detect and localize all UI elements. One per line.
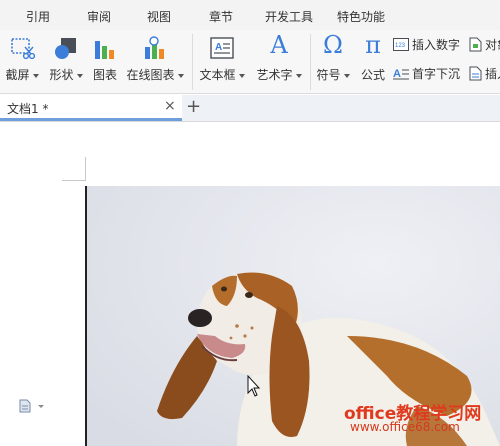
watermark-url: www.office68.com bbox=[350, 420, 460, 434]
menu-bar: 引用 审阅 视图 章节 开发工具 特色功能 bbox=[0, 0, 500, 30]
omega-icon: Ω bbox=[323, 31, 343, 59]
insert-file-icon bbox=[469, 66, 482, 81]
dropcap-button[interactable]: A 首字下沉 bbox=[393, 65, 460, 85]
tab-chapter[interactable]: 章节 bbox=[209, 8, 233, 25]
chart-button[interactable]: 图表 bbox=[89, 30, 121, 94]
close-icon[interactable]: × bbox=[164, 98, 176, 114]
document-canvas[interactable]: office教程学习网 www.office68.com bbox=[0, 123, 500, 446]
screenshot-label: 截屏 bbox=[5, 68, 30, 82]
object-button[interactable]: 对象 bbox=[469, 36, 500, 56]
chevron-down-icon bbox=[32, 73, 39, 78]
ribbon: 截屏 形状 图表 在线图表 A 文本框 A 艺术字 Ω 符号 π 公式 123 … bbox=[0, 30, 500, 94]
online-chart-label: 在线图表 bbox=[126, 68, 175, 82]
chevron-down-icon bbox=[76, 73, 83, 78]
insert-number-label: 插入数字 bbox=[412, 38, 461, 52]
symbol-label: 符号 bbox=[316, 68, 341, 82]
ribbon-divider bbox=[310, 34, 311, 90]
textbox-button[interactable]: A 文本框 bbox=[197, 30, 247, 94]
chevron-down-icon bbox=[343, 73, 350, 78]
chevron-down-icon bbox=[295, 73, 302, 78]
document-tab-name: 文档1 * bbox=[7, 102, 49, 116]
dropcap-icon: A bbox=[393, 68, 409, 80]
shapes-icon bbox=[55, 38, 76, 59]
chevron-down-icon bbox=[177, 73, 184, 78]
online-chart-button[interactable]: 在线图表 bbox=[124, 30, 186, 94]
number-icon: 123 bbox=[393, 38, 409, 51]
dropcap-label: 首字下沉 bbox=[412, 67, 461, 81]
online-chart-icon bbox=[145, 36, 164, 59]
tab-references[interactable]: 引用 bbox=[26, 8, 50, 25]
insert-number-button[interactable]: 123 插入数字 bbox=[393, 36, 460, 56]
document-tab-bar: 文档1 * × + bbox=[0, 95, 500, 122]
document-tab[interactable]: 文档1 * × bbox=[0, 95, 182, 121]
object-icon bbox=[469, 37, 482, 52]
chevron-down-icon bbox=[238, 73, 245, 78]
pi-icon: π bbox=[365, 31, 381, 59]
page-margin-corner bbox=[62, 157, 86, 181]
insert-label: 插入 bbox=[485, 67, 500, 81]
page-options-icon[interactable] bbox=[19, 399, 47, 413]
wordart-icon: A bbox=[270, 31, 288, 59]
shape-label: 形状 bbox=[49, 68, 74, 82]
wordart-button[interactable]: A 艺术字 bbox=[252, 30, 306, 94]
shape-button[interactable]: 形状 bbox=[45, 30, 87, 94]
insert-button[interactable]: 插入 bbox=[469, 65, 500, 85]
tab-view[interactable]: 视图 bbox=[147, 8, 171, 25]
object-label: 对象 bbox=[485, 38, 500, 52]
scissors-icon bbox=[11, 38, 35, 60]
site-watermark: office教程学习网 www.office68.com bbox=[344, 399, 481, 434]
formula-label: 公式 bbox=[360, 68, 385, 82]
bar-chart-icon bbox=[95, 41, 114, 59]
tab-developer-tools[interactable]: 开发工具 bbox=[265, 8, 313, 25]
chart-label: 图表 bbox=[92, 68, 117, 82]
screenshot-button[interactable]: 截屏 bbox=[2, 30, 42, 94]
ribbon-divider bbox=[192, 34, 193, 90]
tab-special-features[interactable]: 特色功能 bbox=[337, 8, 385, 25]
textbox-icon: A bbox=[210, 37, 234, 59]
tab-review[interactable]: 审阅 bbox=[87, 8, 111, 25]
wordart-label: 艺术字 bbox=[256, 68, 293, 82]
svg-text:123: 123 bbox=[395, 43, 406, 49]
new-tab-button[interactable]: + bbox=[186, 96, 201, 118]
formula-button[interactable]: π 公式 bbox=[357, 30, 389, 94]
symbol-button[interactable]: Ω 符号 bbox=[314, 30, 352, 94]
svg-text:A: A bbox=[393, 68, 401, 80]
svg-text:A: A bbox=[215, 42, 222, 53]
textbox-label: 文本框 bbox=[199, 68, 236, 82]
